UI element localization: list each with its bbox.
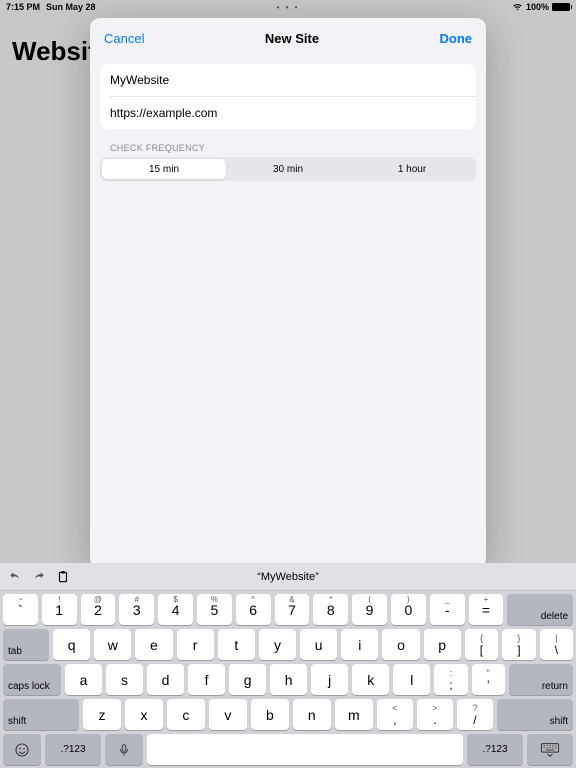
key-o[interactable]: o — [382, 629, 419, 660]
key-x[interactable]: x — [125, 699, 163, 730]
key-dismiss-keyboard[interactable] — [527, 734, 573, 765]
key-return[interactable]: return — [509, 664, 573, 695]
key-9[interactable]: (9 — [352, 594, 387, 625]
key-z[interactable]: z — [83, 699, 121, 730]
key-r[interactable]: r — [177, 629, 214, 660]
key-backslash[interactable]: |\ — [540, 629, 573, 660]
undo-icon[interactable] — [8, 570, 22, 584]
key-n[interactable]: n — [293, 699, 331, 730]
done-button[interactable]: Done — [440, 31, 473, 46]
key-4[interactable]: $4 — [158, 594, 193, 625]
modal-title: New Site — [265, 31, 319, 46]
status-battery-pct: 100% — [526, 2, 549, 12]
wifi-icon — [512, 3, 523, 11]
key-p[interactable]: p — [424, 629, 461, 660]
key-k[interactable]: k — [352, 664, 389, 695]
key-mode-right[interactable]: .?123 — [467, 734, 523, 765]
key-s[interactable]: s — [106, 664, 143, 695]
check-frequency-label: CHECK FREQUENCY — [110, 143, 466, 153]
key-j[interactable]: j — [311, 664, 348, 695]
dismiss-keyboard-icon — [540, 742, 560, 758]
key-t[interactable]: t — [218, 629, 255, 660]
site-name-input[interactable] — [110, 73, 466, 87]
key-bracket-right[interactable]: }] — [502, 629, 535, 660]
new-site-modal: Cancel New Site Done CHECK FREQUENCY 15 … — [90, 18, 486, 568]
key-l[interactable]: l — [393, 664, 430, 695]
key-3[interactable]: #3 — [119, 594, 154, 625]
key-i[interactable]: i — [341, 629, 378, 660]
key-quote[interactable]: "' — [472, 664, 505, 695]
key-e[interactable]: e — [135, 629, 172, 660]
status-date: Sun May 28 — [46, 2, 96, 12]
keyboard-suggestion[interactable]: “MyWebsite” — [257, 571, 319, 583]
freq-option-30min[interactable]: 30 min — [226, 159, 350, 179]
key-mode-left[interactable]: .?123 — [45, 734, 101, 765]
key-shift-left[interactable]: shift — [3, 699, 79, 730]
key-d[interactable]: d — [147, 664, 184, 695]
battery-icon — [552, 3, 570, 11]
freq-option-1hour[interactable]: 1 hour — [350, 159, 474, 179]
key-slash[interactable]: ?/ — [457, 699, 493, 730]
keyboard-toolbar: “MyWebsite” — [0, 563, 576, 591]
key-backtick[interactable]: ~` — [3, 594, 38, 625]
emoji-icon — [14, 742, 30, 758]
site-url-input[interactable] — [110, 106, 466, 120]
status-multitask-dots: • • • — [277, 3, 300, 12]
key-c[interactable]: c — [167, 699, 205, 730]
key-delete[interactable]: delete — [507, 594, 573, 625]
key-0[interactable]: )0 — [391, 594, 426, 625]
key-space[interactable] — [147, 734, 463, 765]
key-5[interactable]: %5 — [197, 594, 232, 625]
onscreen-keyboard: “MyWebsite” ~` !1 @2 #3 $4 %5 ^6 &7 *8 (… — [0, 563, 576, 768]
key-bracket-left[interactable]: {[ — [465, 629, 498, 660]
redo-icon[interactable] — [32, 570, 46, 584]
key-semicolon[interactable]: :; — [434, 664, 467, 695]
cancel-button[interactable]: Cancel — [104, 31, 144, 46]
key-a[interactable]: a — [65, 664, 102, 695]
site-form-group — [100, 64, 476, 129]
key-v[interactable]: v — [209, 699, 247, 730]
key-capslock[interactable]: caps lock — [3, 664, 61, 695]
keyboard-row-bottom: .?123 .?123 — [3, 734, 573, 765]
key-6[interactable]: ^6 — [236, 594, 271, 625]
key-period[interactable]: >. — [417, 699, 453, 730]
site-url-row[interactable] — [100, 97, 476, 129]
key-shift-right[interactable]: shift — [497, 699, 573, 730]
key-2[interactable]: @2 — [81, 594, 116, 625]
key-m[interactable]: m — [335, 699, 373, 730]
key-equals[interactable]: += — [469, 594, 504, 625]
key-h[interactable]: h — [270, 664, 307, 695]
key-q[interactable]: q — [53, 629, 90, 660]
key-emoji[interactable] — [3, 734, 41, 765]
keyboard-row-z: shift z x c v b n m <, >. ?/ shift — [3, 699, 573, 730]
key-8[interactable]: *8 — [313, 594, 348, 625]
keyboard-row-a: caps lock a s d f g h j k l :; "' return — [3, 664, 573, 695]
status-bar: 7:15 PM Sun May 28 • • • 100% — [0, 0, 576, 14]
key-y[interactable]: y — [259, 629, 296, 660]
key-1[interactable]: !1 — [42, 594, 77, 625]
key-w[interactable]: w — [94, 629, 131, 660]
key-tab[interactable]: tab — [3, 629, 49, 660]
key-7[interactable]: &7 — [275, 594, 310, 625]
key-b[interactable]: b — [251, 699, 289, 730]
status-time: 7:15 PM — [6, 2, 40, 12]
key-g[interactable]: g — [229, 664, 266, 695]
site-name-row[interactable] — [100, 64, 476, 96]
check-frequency-segmented[interactable]: 15 min 30 min 1 hour — [100, 157, 476, 181]
keyboard-row-numbers: ~` !1 @2 #3 $4 %5 ^6 &7 *8 (9 )0 _- += d… — [3, 594, 573, 625]
clipboard-icon[interactable] — [56, 570, 70, 584]
key-minus[interactable]: _- — [430, 594, 465, 625]
key-comma[interactable]: <, — [377, 699, 413, 730]
key-u[interactable]: u — [300, 629, 337, 660]
key-dictation[interactable] — [105, 734, 143, 765]
microphone-icon — [117, 742, 131, 758]
keyboard-row-q: tab q w e r t y u i o p {[ }] |\ — [3, 629, 573, 660]
key-f[interactable]: f — [188, 664, 225, 695]
freq-option-15min[interactable]: 15 min — [102, 159, 226, 179]
